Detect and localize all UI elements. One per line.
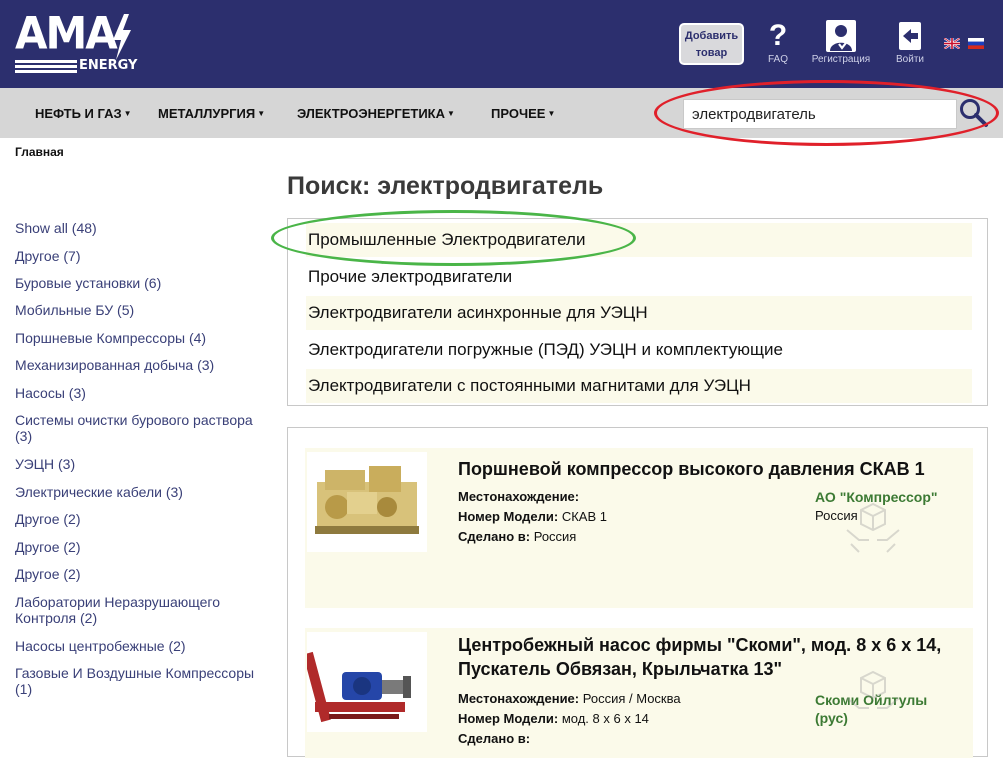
register-link[interactable]: Регистрация [806,20,876,70]
facet-item[interactable]: Мобильные БУ (5) [15,302,134,318]
product-card: Центробежный насос фирмы "Скоми", мод. 8… [305,628,973,758]
add-product-label-line1: Добавить [684,30,739,42]
register-label: Регистрация [811,54,871,65]
product-origin: Сделано в: [458,729,530,749]
model-value: мод. 8 х 6 х 14 [561,711,649,726]
category-item[interactable]: Промышленные Электродвигатели [306,223,972,257]
caret-down-icon: ▼ [547,109,556,118]
facet-item[interactable]: Газовые И Воздушные Компрессоры (1) [15,665,270,697]
facet-item[interactable]: Буровые установки (6) [15,275,161,291]
page-title: Поиск: электродвигатель [287,172,604,200]
model-label: Номер Модели: [458,509,559,524]
faq-link[interactable]: ? FAQ [763,20,793,70]
facet-item[interactable]: УЭЦН (3) [15,456,75,472]
category-item[interactable]: Электродвигатели с постоянными магнитами… [306,369,972,403]
logo-text: AMA [15,7,118,60]
product-location: Местонахождение: [458,487,579,507]
product-model: Номер Модели: СКАВ 1 [458,507,607,527]
product-location: Местонахождение: Россия / Москва [458,689,681,709]
question-icon: ? [768,19,788,52]
facet-item[interactable]: Электрические кабели (3) [15,484,183,500]
breadcrumb-home[interactable]: Главная [15,145,64,159]
box-hands-icon [846,670,900,709]
top-header: AMA ENERGY Добавить товар ? FAQ Регистра… [0,0,1003,88]
nav-metallurgy-label: МЕТАЛЛУРГИЯ [158,106,256,121]
box-hands-icon [846,502,900,553]
model-label: Номер Модели: [458,711,559,726]
nav-metallurgy[interactable]: МЕТАЛЛУРГИЯ ▼ [158,106,265,121]
caret-down-icon: ▼ [123,109,132,118]
nav-power[interactable]: ЭЛЕКТРОЭНЕРГЕТИКА ▼ [297,106,455,121]
nav-power-label: ЭЛЕКТРОЭНЕРГЕТИКА [297,106,445,121]
logo-subtext: ENERGY [79,58,138,73]
add-product-button[interactable]: Добавить товар [679,23,744,65]
product-model: Номер Модели: мод. 8 х 6 х 14 [458,709,649,729]
user-check-icon [826,20,856,52]
nav-oil-gas[interactable]: НЕФТЬ И ГАЗ ▼ [35,106,132,121]
facet-item[interactable]: Другое (2) [15,511,80,527]
product-title-line2[interactable]: Пускатель Обвязан, Крыльчатка 13" [458,657,782,681]
add-product-label-line2: товар [695,47,728,59]
facet-item[interactable]: Насосы центробежные (2) [15,638,186,654]
category-item[interactable]: Прочие электродвигатели [306,260,972,294]
search-icon[interactable] [958,97,990,129]
category-results-box: Промышленные Электродвигатели Прочие эле… [287,218,988,406]
caret-down-icon: ▼ [446,109,455,118]
product-image[interactable] [307,632,427,732]
facet-item[interactable]: Другое (2) [15,566,80,582]
logo-stripes [15,60,77,74]
logout-arrow-icon [899,22,921,50]
flag-uk-icon[interactable] [944,38,960,49]
product-title-line1[interactable]: Центробежный насос фирмы "Скоми", мод. 8… [458,633,941,657]
location-value: Россия / Москва [582,691,681,706]
login-link[interactable]: Войти [891,20,929,70]
facet-item[interactable]: Другое (7) [15,248,80,264]
made-label: Сделано в: [458,731,531,746]
facet-item[interactable]: Насосы (3) [15,385,86,401]
nav-oil-gas-label: НЕФТЬ И ГАЗ [35,106,122,121]
location-label: Местонахождение: [458,691,580,706]
product-origin: Сделано в: Россия [458,527,576,547]
made-label: Сделано в: [458,529,531,544]
facet-item[interactable]: Другое (2) [15,539,80,555]
faq-label: FAQ [767,54,788,65]
site-logo[interactable]: AMA ENERGY [15,7,138,76]
product-title[interactable]: Поршневой компрессор высокого давления С… [458,457,925,481]
search-input[interactable] [683,99,957,129]
login-label: Войти [896,54,924,65]
nav-other[interactable]: ПРОЧЕЕ ▼ [491,106,555,121]
facet-item[interactable]: Механизированная добыча (3) [15,357,214,373]
category-item[interactable]: Электродигатели погружные (ПЭД) УЭЦН и к… [306,333,972,367]
lightning-bolt-icon [113,14,131,60]
model-value: СКАВ 1 [561,509,607,524]
product-image[interactable] [307,452,427,552]
facet-item[interactable]: Системы очистки бурового раствора (3) [15,412,270,444]
made-value: Россия [533,529,577,544]
product-results-box: Поршневой компрессор высокого давления С… [287,427,988,758]
nav-other-label: ПРОЧЕЕ [491,106,546,121]
category-item[interactable]: Электродвигатели асинхронные для УЭЦН [306,296,972,330]
facet-item[interactable]: Show all (48) [15,220,97,236]
product-card: Поршневой компрессор высокого давления С… [305,448,973,608]
location-label: Местонахождение: [458,489,580,504]
facet-item[interactable]: Поршневые Компрессоры (4) [15,330,206,346]
caret-down-icon: ▼ [257,109,266,118]
facet-item[interactable]: Лаборатории Неразрушающего Контроля (2) [15,594,250,626]
flag-ru-icon[interactable] [968,38,984,49]
